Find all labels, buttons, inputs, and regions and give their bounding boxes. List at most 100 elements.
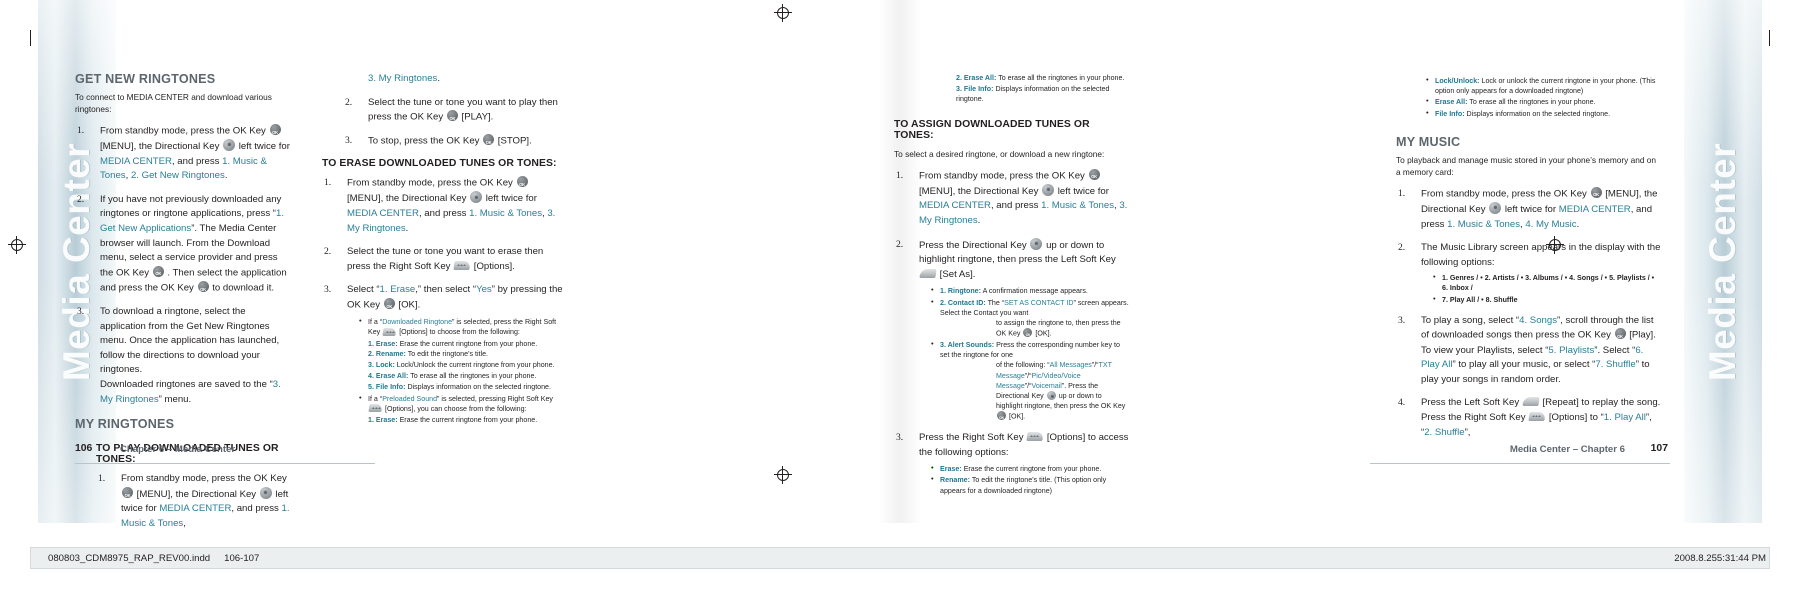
step-text-e: , and press: [171, 155, 220, 167]
link-songs: 4. Songs: [1519, 314, 1557, 326]
note-text-e: [OK].: [1035, 329, 1052, 338]
note-text-d: [Options], you can choose from the follo…: [384, 404, 527, 413]
steps-to-erase: 1. From standby mode, press the OK Key […: [322, 176, 567, 425]
link-erase: 1. Erase: [379, 284, 416, 296]
erase-notes: If a “Downloaded Ringtone” is selected, …: [357, 316, 567, 425]
step-text-g: ,: [183, 517, 186, 529]
link-music-and-tones: 1. Music & Tones: [1447, 218, 1521, 230]
column-4: Lock/Unlock: Lock or unlock the current …: [1396, 72, 1662, 449]
ok-key-icon: [269, 124, 281, 140]
step-text-b: follow the directions to download your r…: [100, 349, 260, 376]
link-yes: Yes: [476, 284, 492, 296]
step-number: 1.: [324, 177, 332, 189]
step-text-c: left twice for: [238, 141, 290, 153]
step-text-f: [OK].: [398, 299, 421, 311]
step-text-e: to download it.: [212, 282, 275, 294]
manual-page-spread: Media Center Media Center GET NEW RINGTO…: [0, 0, 1800, 589]
step-number: 2.: [324, 246, 332, 258]
note-text-d: [Options] to choose from the following:: [399, 328, 520, 337]
link-music-and-tones: 1. Music & Tones: [1041, 200, 1114, 212]
option-item: 5. File Info: Displays information on th…: [368, 382, 567, 392]
step-number: 1.: [98, 473, 106, 485]
ok-key-icon: [516, 176, 528, 193]
step-text-a: From standby mode, press the OK Key: [1421, 188, 1587, 200]
step-item: 1. From standby mode, press the OK Key […: [1396, 186, 1662, 232]
step-number: 2.: [1398, 242, 1406, 254]
option-label: 1. Erase:: [368, 415, 398, 424]
slug-date: 2008.8.25: [1674, 553, 1717, 564]
link-music-and-tones: 1. Music & Tones: [469, 208, 542, 220]
ok-key-icon: [197, 280, 209, 297]
link-shuffle: 2. Shuffle: [1424, 426, 1465, 438]
option-item: 3. Lock: Lock/Unlock the current rington…: [368, 360, 567, 370]
step-text-b: [MENU], the Directional Key: [136, 488, 257, 500]
note-hanging-line: of the following: “All Messages”/“TXT Me…: [940, 360, 1129, 423]
ok-key-icon: [152, 265, 164, 282]
option-item: Erase All: To erase all the ringtones in…: [1424, 96, 1662, 107]
step-text-i: .: [405, 222, 409, 234]
link-media-center: MEDIA CENTER: [159, 503, 232, 515]
step-number: 2.: [896, 238, 904, 250]
step-text-g: ,: [1520, 218, 1523, 230]
note-label: 3. Alert Sounds:: [940, 340, 995, 349]
right-folio: 107: [1650, 443, 1668, 454]
step-text-c: [Set As].: [939, 268, 976, 280]
note-item: 2. Contact ID: The “SET AS CONTACT ID” s…: [929, 297, 1129, 340]
option-label: Lock/Unlock:: [1435, 77, 1480, 85]
directional-key-icon: [1042, 183, 1055, 196]
note-text-b: of the following: “: [996, 361, 1050, 370]
link-get-new-ringtones: 2. Get New Ringtones: [130, 170, 225, 182]
note-label: 2. Contact ID:: [940, 298, 986, 307]
option-line: 7. Play All / • 8. Shuffle: [1431, 294, 1662, 305]
assign-notes: 1. Ringtone: A confirmation message appe…: [929, 285, 1129, 423]
step-number: 2.: [77, 193, 85, 205]
option-text: To erase all the ringtones in your phone…: [410, 372, 537, 381]
step-number: 3.: [345, 135, 353, 147]
step-number: 1.: [1398, 187, 1406, 199]
music-library-options: 1. Genres / • 2. Artists / • 3. Albums /…: [1431, 272, 1662, 305]
directional-key-icon: [470, 191, 483, 204]
steps-my-music: 1. From standby mode, press the OK Key […: [1396, 186, 1662, 440]
step-text-c: ,” then select “: [415, 284, 477, 296]
directional-key-icon: [223, 139, 236, 152]
slug-filename-group: 080803_CDM8975_RAP_REV00.indd 106-107: [48, 553, 259, 564]
step-text-a: From standby mode, press the OK Key: [100, 125, 266, 137]
option-item: Erase: Erase the current ringtone from y…: [929, 463, 1129, 474]
step-text-g: ,: [1114, 200, 1117, 212]
step-text-e: , and press: [231, 503, 279, 515]
link-shuffle: 7. Shuffle: [1595, 359, 1636, 371]
step-text-g: ,: [125, 170, 129, 182]
step-text-g: ”,: [1464, 426, 1471, 438]
column-1: GET NEW RINGTONES To connect to MEDIA CE…: [75, 72, 290, 541]
options-line-1: 1. Genres / • 2. Artists / • 3. Albums /…: [1442, 274, 1655, 293]
continuation-period: .: [437, 73, 440, 84]
registration-mark-top: [774, 4, 792, 22]
step-text-b: [MENU], the Directional Key: [919, 185, 1039, 197]
slug-timestamp-group: 2008.8.255:31:44 PM: [1674, 553, 1766, 564]
option-label: 1. Erase:: [368, 339, 398, 348]
heading-my-music: MY MUSIC: [1396, 134, 1461, 149]
step-number: 3.: [324, 284, 332, 296]
link-all-messages: All Messages: [1049, 361, 1092, 370]
ok-key-icon: [997, 411, 1006, 423]
registration-mark-bottom: [774, 466, 792, 484]
option-label: Erase:: [940, 465, 962, 474]
step-item: 4. Press the Left Soft Key [Repeat] to r…: [1396, 396, 1662, 440]
option-text: To erase all the ringtones in your phone…: [1469, 98, 1596, 107]
step-text-a: Press the Left Soft Key: [1421, 397, 1520, 409]
step-item: 3. To download a ringtone, select the ap…: [75, 305, 290, 407]
step-item: 1. From standby mode, press the OK Key […: [75, 472, 290, 531]
step-text-b: [MENU], the Directional Key: [100, 141, 220, 153]
right-soft-key-icon: [453, 260, 471, 270]
right-edge-band: [1684, 0, 1762, 523]
heading-to-assign-downloaded: TO ASSIGN DOWNLOADED TUNES OR TONES:: [894, 118, 1090, 141]
ok-key-icon: [1614, 328, 1626, 345]
step-text-e: , and press: [418, 208, 467, 220]
option-label: 2. Erase All:: [956, 74, 997, 82]
left-soft-key-icon: [1522, 397, 1540, 407]
right-soft-key-icon: [382, 327, 397, 336]
step-text-h: ” to play all your music, or select “: [1452, 359, 1596, 371]
option-label: 2. Rename:: [368, 350, 406, 359]
left-folio: 106: [75, 443, 93, 454]
step-text-c: Downloaded ringtones are saved to the “: [100, 379, 273, 390]
